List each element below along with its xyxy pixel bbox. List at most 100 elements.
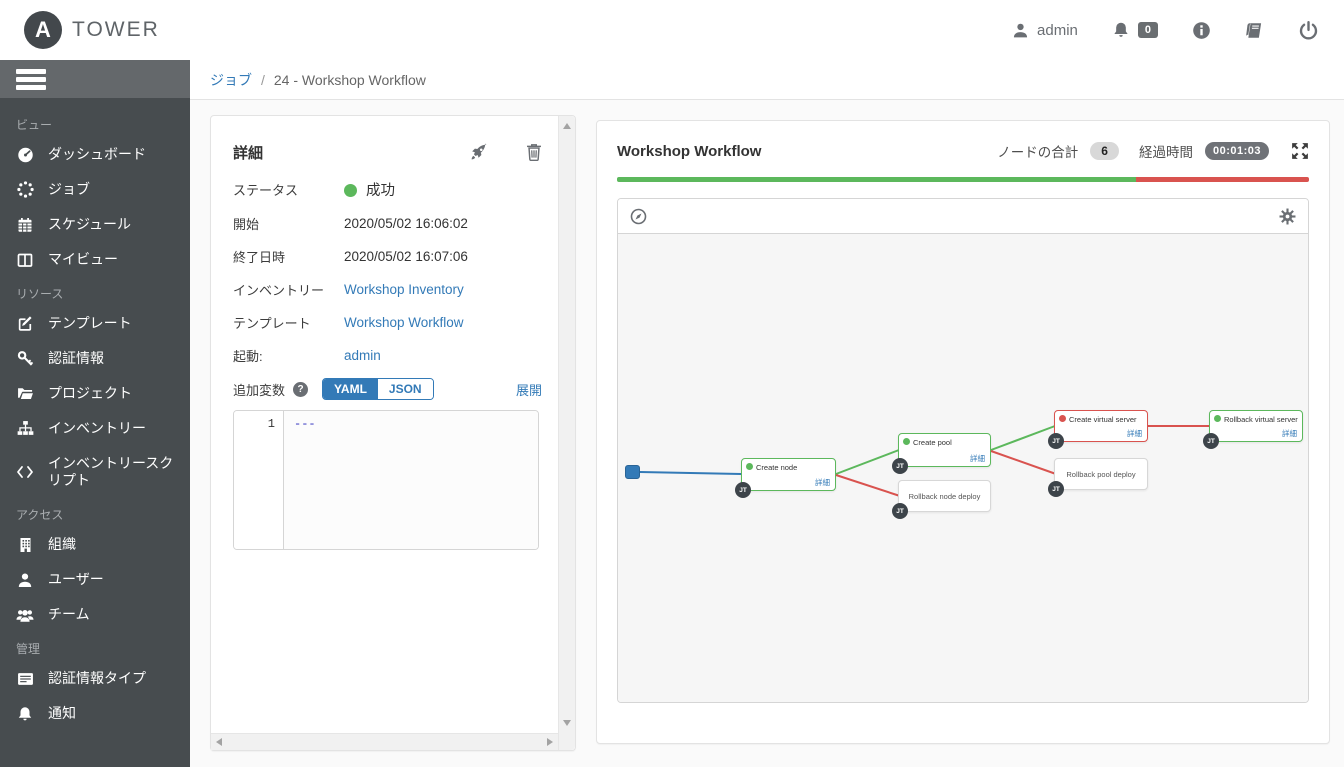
detail-label: インベントリー (233, 282, 325, 298)
sidebar-label: ダッシュボード (48, 146, 146, 162)
about-button[interactable] (1192, 21, 1211, 40)
delete-trash-button[interactable] (526, 143, 542, 162)
launched-by-link[interactable]: admin (344, 348, 381, 363)
expand-arrows-icon[interactable] (1291, 142, 1309, 160)
node-details-link[interactable]: 詳細 (1127, 428, 1142, 439)
sidebar-item-templates[interactable]: テンプレート (0, 306, 190, 341)
workflow-graph-canvas[interactable]: Create node 詳細 JT Create pool 詳細 JT Roll… (618, 233, 1308, 702)
gear-icon[interactable] (1279, 208, 1296, 225)
yaml-toggle-button[interactable]: YAML (323, 379, 378, 399)
node-label: Create node (756, 463, 798, 472)
sidebar-item-jobs[interactable]: ジョブ (0, 172, 190, 207)
link-create-pool-rollback-pool-deploy (990, 450, 1057, 475)
detail-row-started: 開始 2020/05/02 16:06:02 (233, 213, 552, 233)
brand: A TOWER (24, 11, 160, 49)
elapsed-label: 経過時間 (1138, 145, 1193, 160)
sidebar-toggle[interactable] (0, 60, 190, 98)
sidebar-section-access: アクセス (16, 508, 64, 522)
docs-button[interactable] (1245, 21, 1265, 40)
help-icon[interactable]: ? (293, 381, 309, 397)
detail-row-finished: 終了日時 2020/05/02 16:07:06 (233, 246, 552, 266)
workflow-links (639, 425, 1209, 497)
sidebar-item-notifications[interactable]: 通知 (0, 696, 190, 731)
link-create-pool-create-virtual-server (990, 425, 1056, 451)
vertical-scrollbar[interactable] (558, 116, 575, 750)
expand-link[interactable]: 展開 (516, 380, 542, 399)
bell-icon (1112, 21, 1130, 39)
started-value: 2020/05/02 16:06:02 (344, 215, 468, 231)
user-menu[interactable]: admin (1012, 22, 1078, 39)
notifications-button[interactable]: 0 (1112, 21, 1158, 39)
dashboard-icon (16, 146, 34, 163)
workflow-results-panel: Workshop Workflow ノードの合計 6 経過時間 00:01:03 (596, 120, 1330, 744)
sidebar-item-credential-types[interactable]: 認証情報タイプ (0, 661, 190, 696)
sidebar-item-credentials[interactable]: 認証情報 (0, 341, 190, 376)
sidebar-label: テンプレート (48, 315, 132, 331)
sidebar-item-inventory-scripts[interactable]: インベントリースクリプト (0, 446, 190, 498)
brand-name: TOWER (72, 18, 160, 41)
workflow-node-create-pool[interactable]: Create pool 詳細 JT (892, 433, 991, 474)
template-link[interactable]: Workshop Workflow (344, 315, 464, 330)
editor-line-number: 1 (234, 411, 284, 549)
sidebar-item-users[interactable]: ユーザー (0, 562, 190, 597)
breadcrumb-jobs-link[interactable]: ジョブ (210, 70, 252, 90)
workflow-progress-bar (617, 177, 1309, 182)
ansible-logo-icon[interactable]: A (24, 11, 62, 49)
sidebar-label: マイビュー (48, 251, 118, 267)
workflow-node-rollback-virtual-server-deploy[interactable]: Rollback virtual server dep... 詳細 JT (1203, 410, 1303, 449)
relaunch-rocket-button[interactable] (469, 143, 488, 162)
workflow-node-rollback-node-deploy[interactable]: Rollback node deploy JT (892, 480, 991, 519)
sidebar-item-schedules[interactable]: スケジュール (0, 207, 190, 242)
horizontal-scrollbar[interactable] (211, 733, 558, 750)
hamburger-icon (16, 68, 46, 90)
workflow-start-node[interactable] (625, 465, 640, 479)
detail-label: ステータス (233, 183, 299, 198)
node-label: Create pool (913, 438, 952, 447)
detail-label: 終了日時 (233, 249, 286, 265)
extra-variables-row: 追加変数 ? YAML JSON 展開 (233, 378, 552, 400)
credentials-icon (16, 350, 34, 367)
sidebar-label: チーム (48, 606, 90, 622)
link-start-create-node (639, 471, 742, 475)
workflow-node-create-node[interactable]: Create node 詳細 JT (735, 458, 836, 498)
workflow-node-create-virtual-server[interactable]: Create virtual server 詳細 JT (1048, 410, 1148, 449)
sidebar-label: インベントリー (48, 420, 146, 436)
details-panel: 詳細 ステータス 成功 開始 2020/05/02 16:06:02 終了日時 … (210, 115, 576, 751)
users-icon (16, 572, 34, 588)
sidebar-item-projects[interactable]: プロジェクト (0, 376, 190, 411)
details-title: 詳細 (233, 145, 264, 162)
extra-variables-editor[interactable]: 1 --- (233, 410, 539, 550)
detail-row-launched-by: 起動: admin (233, 345, 552, 365)
inventories-icon (16, 420, 34, 437)
link-create-node-rollback-node-deploy (835, 474, 901, 497)
detail-row-inventory: インベントリー Workshop Inventory (233, 279, 552, 299)
node-details-link[interactable]: 詳細 (1282, 428, 1297, 439)
node-details-link[interactable]: 詳細 (815, 477, 830, 488)
json-toggle-button[interactable]: JSON (377, 379, 433, 399)
scroll-right-arrow[interactable] (547, 738, 553, 746)
compass-icon[interactable] (630, 208, 647, 225)
node-details-link[interactable]: 詳細 (970, 453, 985, 464)
breadcrumb-current: 24 - Workshop Workflow (273, 71, 426, 88)
sidebar-item-my-view[interactable]: マイビュー (0, 242, 190, 277)
inventory-link[interactable]: Workshop Inventory (344, 282, 464, 297)
link-create-node-create-pool (835, 449, 900, 475)
detail-row-status: ステータス 成功 (233, 179, 552, 200)
inventory-scripts-icon (16, 465, 34, 479)
sidebar-item-organizations[interactable]: 組織 (0, 527, 190, 562)
scroll-left-arrow[interactable] (216, 738, 222, 746)
projects-icon (16, 385, 34, 402)
scroll-down-arrow[interactable] (563, 720, 571, 726)
node-label: Rollback node deploy (908, 491, 981, 501)
logout-button[interactable] (1299, 20, 1318, 40)
total-nodes-label: ノードの合計 (997, 145, 1079, 160)
sidebar-item-teams[interactable]: チーム (0, 597, 190, 632)
power-icon (1299, 20, 1318, 40)
scroll-up-arrow[interactable] (563, 123, 571, 129)
templates-icon (16, 315, 34, 332)
yaml-json-toggle: YAML JSON (322, 378, 434, 400)
workflow-node-rollback-pool-deploy[interactable]: Rollback pool deploy JT (1048, 458, 1148, 497)
sidebar-item-inventories[interactable]: インベントリー (0, 411, 190, 446)
sidebar-item-dashboard[interactable]: ダッシュボード (0, 137, 190, 172)
teams-icon (16, 607, 34, 623)
